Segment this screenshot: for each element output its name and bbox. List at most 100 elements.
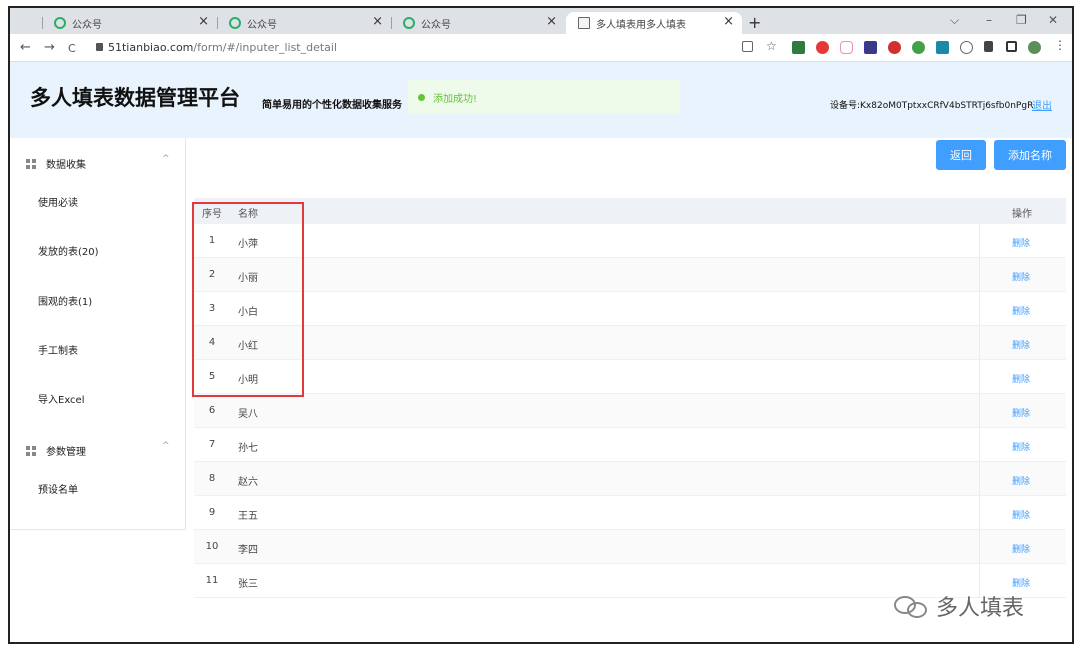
menu-icon[interactable]: ⋮ xyxy=(1054,38,1067,52)
sidebar-item-import-excel[interactable]: 导入Excel xyxy=(38,391,85,406)
adblock-icon[interactable] xyxy=(816,41,829,54)
star-icon[interactable]: ☆ xyxy=(766,39,779,53)
extension-icon[interactable] xyxy=(912,41,925,54)
tab-close-icon[interactable]: × xyxy=(198,14,209,29)
chevron-up-icon[interactable]: ^ xyxy=(162,154,170,164)
back-icon[interactable]: ← xyxy=(20,40,31,55)
table-row: 2 小丽 删除 xyxy=(194,258,1066,292)
column-divider xyxy=(979,292,980,325)
grid-icon xyxy=(26,445,36,456)
row-name: 孙七 xyxy=(238,443,258,454)
new-tab-button[interactable]: + xyxy=(748,13,761,32)
tab-label: 公众号 xyxy=(72,19,102,31)
sidebar-item-guide[interactable]: 使用必读 xyxy=(38,194,78,209)
wechat-icon xyxy=(403,17,415,29)
extension-icon[interactable] xyxy=(888,41,901,54)
translate-icon[interactable] xyxy=(936,41,949,54)
minimize-button[interactable]: – xyxy=(986,13,992,27)
screenshot-frame: 公众号 × 公众号 × 公众号 × 多人填表用多人填表 × + ⌵ – ❐ ✕ … xyxy=(8,6,1074,644)
check-icon xyxy=(418,93,425,101)
back-button[interactable]: 返回 xyxy=(936,140,986,170)
sidepanel-icon[interactable] xyxy=(1006,41,1017,52)
extension-icon[interactable] xyxy=(960,41,973,54)
delete-link[interactable]: 删除 xyxy=(1012,338,1030,351)
delete-link[interactable]: 删除 xyxy=(1012,236,1030,249)
forward-icon[interactable]: → xyxy=(44,40,55,55)
table-row: 10 李四 删除 xyxy=(194,530,1066,564)
sidebar-item-preset-list[interactable]: 预设名单 xyxy=(38,481,78,496)
watermark-text: 多人填表 xyxy=(936,596,1025,621)
delete-link[interactable]: 删除 xyxy=(1012,304,1030,317)
column-divider xyxy=(979,462,980,495)
device-id: 设备号:Kx82oM0TptxxCRfV4bSTRTj6sfb0nPgR xyxy=(830,101,1034,111)
success-toast: 添加成功! xyxy=(408,80,680,114)
tab-label: 公众号 xyxy=(421,19,451,31)
wechat-icon xyxy=(229,17,241,29)
row-name: 王五 xyxy=(238,511,258,522)
row-index: 8 xyxy=(208,473,216,484)
delete-link[interactable]: 删除 xyxy=(1012,576,1030,589)
window-close-button[interactable]: ✕ xyxy=(1048,13,1058,27)
share-icon[interactable] xyxy=(742,41,753,52)
sidebar-item-manual-form[interactable]: 手工制表 xyxy=(38,342,78,357)
browser-tab-2[interactable]: 公众号 × xyxy=(217,12,391,34)
page-subtitle: 简单易用的个性化数据收集服务 xyxy=(262,100,402,111)
delete-link[interactable]: 删除 xyxy=(1012,508,1030,521)
logout-link[interactable]: 退出 xyxy=(1032,97,1052,112)
extension-icon[interactable] xyxy=(864,41,877,54)
delete-link[interactable]: 删除 xyxy=(1012,406,1030,419)
reload-icon[interactable]: C xyxy=(68,42,76,55)
tab-search-icon[interactable]: ⌵ xyxy=(950,13,959,28)
column-header-action: 操作 xyxy=(1012,209,1032,220)
tab-label: 公众号 xyxy=(247,19,277,31)
sidebar-group-label: 数据收集 xyxy=(46,160,86,171)
column-divider xyxy=(979,326,980,359)
restore-button[interactable]: ❐ xyxy=(1016,13,1027,27)
extension-icon[interactable] xyxy=(792,41,805,54)
delete-link[interactable]: 删除 xyxy=(1012,542,1030,555)
sidebar-item-issued-forms[interactable]: 发放的表(20) xyxy=(38,243,99,258)
sidebar-group-params[interactable]: 参数管理 xyxy=(26,443,86,458)
tab-close-icon[interactable]: × xyxy=(546,14,557,29)
add-name-button[interactable]: 添加名称 xyxy=(994,140,1066,170)
delete-link[interactable]: 删除 xyxy=(1012,372,1030,385)
table-row: 3 小白 删除 xyxy=(194,292,1066,326)
page-favicon-icon xyxy=(578,17,590,29)
annotation-highlight-box xyxy=(192,202,304,397)
puzzle-icon[interactable] xyxy=(984,41,993,52)
delete-link[interactable]: 删除 xyxy=(1012,270,1030,283)
tab-separator xyxy=(217,17,218,29)
browser-tab-active[interactable]: 多人填表用多人填表 × xyxy=(566,12,742,34)
column-divider xyxy=(979,428,980,461)
tab-close-icon[interactable]: × xyxy=(723,14,734,29)
toast-text: 添加成功! xyxy=(433,93,478,105)
row-index: 7 xyxy=(208,439,216,450)
chevron-up-icon[interactable]: ^ xyxy=(162,441,170,451)
column-divider xyxy=(979,394,980,427)
browser-tab-1[interactable]: 公众号 × xyxy=(42,12,217,34)
delete-link[interactable]: 删除 xyxy=(1012,474,1030,487)
url-field[interactable]: 51tianbiao.com/form/#/inputer_list_detai… xyxy=(108,41,337,54)
tab-separator xyxy=(42,17,43,29)
avatar[interactable] xyxy=(1028,41,1041,54)
delete-link[interactable]: 删除 xyxy=(1012,440,1030,453)
wechat-icon xyxy=(54,17,66,29)
column-divider xyxy=(979,360,980,393)
watermark: 多人填表 xyxy=(894,590,1024,622)
sidebar-group-label: 参数管理 xyxy=(46,447,86,458)
table-row: 6 吴八 删除 xyxy=(194,394,1066,428)
browser-tab-3[interactable]: 公众号 × xyxy=(391,12,565,34)
table-row: 4 小红 删除 xyxy=(194,326,1066,360)
page-title: 多人填表数据管理平台 xyxy=(30,86,240,110)
sidebar-group-data-collection[interactable]: 数据收集 xyxy=(26,156,86,171)
column-divider xyxy=(979,496,980,529)
column-divider xyxy=(979,258,980,291)
sidebar-item-watched-forms[interactable]: 围观的表(1) xyxy=(38,293,92,308)
column-divider xyxy=(979,530,980,563)
tab-label: 多人填表用多人填表 xyxy=(596,19,686,31)
row-index: 6 xyxy=(208,405,216,416)
table-row: 8 赵六 删除 xyxy=(194,462,1066,496)
url-path: /form/#/inputer_list_detail xyxy=(193,41,338,54)
tab-close-icon[interactable]: × xyxy=(372,14,383,29)
extension-icon[interactable] xyxy=(840,41,853,54)
